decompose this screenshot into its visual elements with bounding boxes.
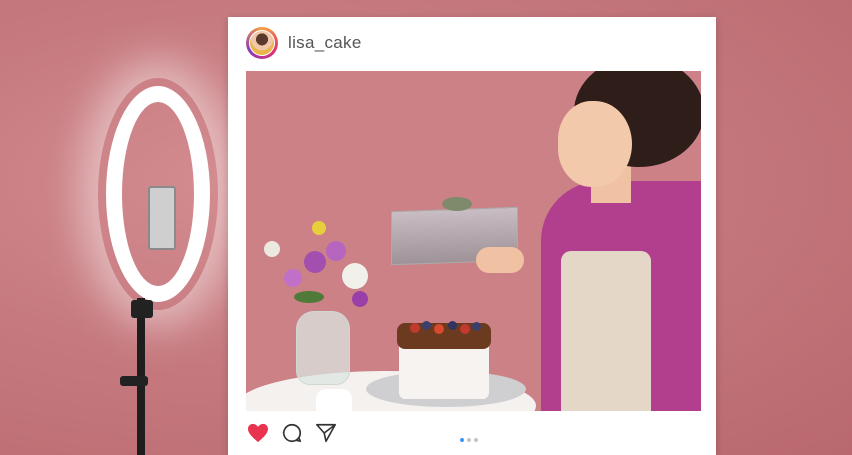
hand — [476, 247, 524, 273]
username[interactable]: lisa_cake — [288, 33, 362, 53]
scene: lisa_cake — [0, 0, 852, 455]
stand-clamp — [120, 376, 148, 386]
paper-plane-icon[interactable] — [314, 421, 338, 445]
carousel-dot[interactable] — [460, 438, 464, 442]
ribbon-bow — [442, 197, 472, 211]
avatar[interactable] — [246, 27, 278, 59]
instagram-post: lisa_cake — [228, 17, 716, 455]
avatar-photo — [249, 30, 275, 56]
carousel-dot[interactable] — [474, 438, 478, 442]
carousel-indicator — [460, 429, 481, 447]
glass-vase — [296, 311, 350, 385]
post-photo — [246, 71, 701, 411]
carousel-dot[interactable] — [467, 438, 471, 442]
cupcake — [316, 389, 352, 411]
stand-mount — [131, 300, 153, 318]
comment-icon[interactable] — [280, 421, 304, 445]
berries — [406, 319, 486, 335]
phone-in-holder — [148, 186, 176, 250]
apron — [561, 251, 651, 411]
face — [558, 101, 632, 187]
heart-icon[interactable] — [246, 421, 270, 445]
flower-bouquet — [264, 221, 384, 321]
